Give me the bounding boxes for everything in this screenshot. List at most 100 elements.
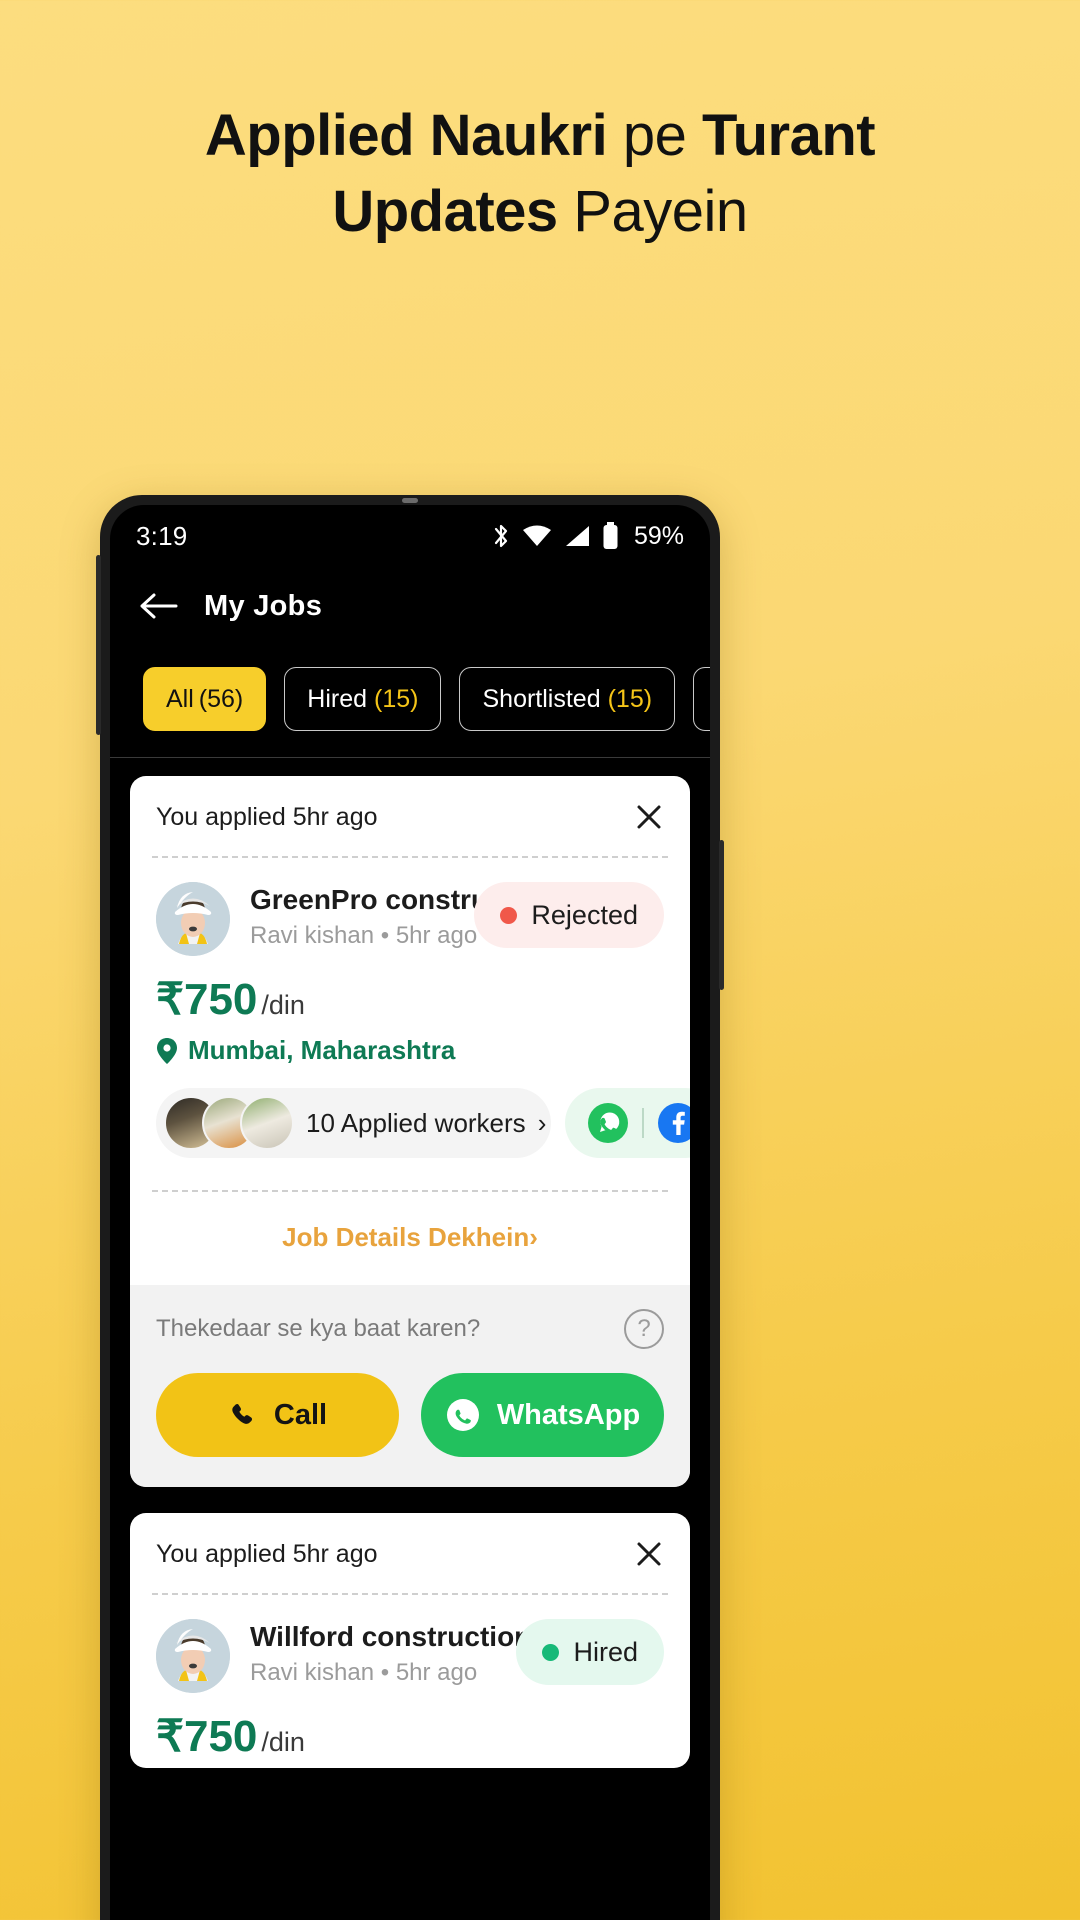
applied-time-label: You applied 5hr ago xyxy=(156,802,378,831)
chevron-right-icon: › xyxy=(529,1222,538,1252)
employer-name: GreenPro construction xyxy=(250,884,555,915)
close-icon[interactable] xyxy=(634,802,664,832)
footer-question-label: Thekedaar se kya baat karen? xyxy=(156,1315,481,1342)
posted-ago: 5hr ago xyxy=(395,922,478,949)
status-bar-time: 3:19 xyxy=(136,520,188,551)
footer-prompt-row: Thekedaar se kya baat karen? ? xyxy=(156,1309,664,1349)
phone-mockup: 3:19 59% My Jobs All (56) Hired (15) Sho… xyxy=(96,495,724,1920)
close-icon[interactable] xyxy=(634,1539,664,1569)
status-badge-rejected: Rejected xyxy=(474,882,664,948)
tab-rejected[interactable]: Rejected(2 xyxy=(693,667,710,731)
promo-bold-applied-naukri: Applied Naukri xyxy=(204,103,608,168)
tab-shortlisted-label: Shortlisted xyxy=(482,684,601,713)
bluetooth-icon xyxy=(494,524,508,548)
location-pin-icon xyxy=(157,1037,177,1064)
poster-name: Ravi kishan xyxy=(250,1659,375,1686)
job-card-header: You applied 5hr ago xyxy=(130,1513,690,1593)
back-arrow-icon[interactable] xyxy=(138,592,178,620)
avatar xyxy=(156,1619,230,1693)
footer-action-buttons: Call WhatsApp xyxy=(156,1373,664,1457)
phone-screen: 3:19 59% My Jobs All (56) Hired (15) Sho… xyxy=(110,505,710,1920)
employer-row: Willford construction Ravi kishan • 5hr … xyxy=(156,1619,664,1693)
wifi-icon xyxy=(522,525,551,546)
job-card-header: You applied 5hr ago xyxy=(130,776,690,856)
salary-amount: ₹750 xyxy=(156,975,258,1024)
status-dot-icon xyxy=(542,1643,560,1661)
chevron-right-icon: › xyxy=(537,1107,547,1138)
call-button-label: Call xyxy=(273,1398,328,1431)
worker-avatar-stack xyxy=(164,1096,294,1150)
promo-plain-pe: pe xyxy=(607,103,702,168)
tab-all-count: (56) xyxy=(198,684,244,713)
tab-all-label: All xyxy=(166,684,194,713)
tab-hired-count: (15) xyxy=(374,684,419,713)
tab-shortlisted[interactable]: Shortlisted (15) xyxy=(459,667,676,731)
construction-worker-avatar-icon xyxy=(156,1619,230,1693)
location-row: Mumbai, Maharashtra xyxy=(156,1035,664,1066)
applied-workers-label: 10 Applied workers xyxy=(306,1107,526,1138)
job-card-list: You applied 5hr ago GreenPro constructio… xyxy=(110,758,710,1768)
poster-name: Ravi kishan xyxy=(250,922,375,949)
job-card-body: Willford construction Ravi kishan • 5hr … xyxy=(130,1595,690,1768)
tab-hired-label: Hired xyxy=(307,684,368,713)
whatsapp-share-icon[interactable] xyxy=(586,1101,630,1145)
tab-shortlisted-count: (15) xyxy=(607,684,653,713)
status-dot-icon xyxy=(500,906,518,924)
status-bar-icons: 59% xyxy=(491,522,684,551)
status-bar: 3:19 59% xyxy=(110,505,710,567)
job-card[interactable]: You applied 5hr ago xyxy=(130,1513,690,1768)
worker-avatar-icon xyxy=(240,1096,294,1150)
phone-side-button-right xyxy=(719,840,724,990)
employer-name: Willford construction xyxy=(250,1621,532,1652)
facebook-share-icon[interactable] xyxy=(656,1101,691,1145)
employer-submeta: Ravi kishan • 5hr ago xyxy=(250,922,478,950)
whatsapp-button-label: WhatsApp xyxy=(496,1398,641,1431)
status-label: Rejected xyxy=(531,899,638,930)
battery-percent-label: 59% xyxy=(633,521,684,550)
tab-all[interactable]: All (56) xyxy=(143,667,267,731)
promo-headline-line-2: Updates Payein xyxy=(0,174,1080,250)
employer-meta: GreenPro construction Ravi kishan • 5hr … xyxy=(250,882,555,950)
whatsapp-icon xyxy=(446,1399,479,1431)
job-card-footer: Thekedaar se kya baat karen? ? Call What… xyxy=(130,1285,690,1487)
battery-icon xyxy=(603,522,618,549)
construction-worker-avatar-icon xyxy=(156,882,230,956)
promo-bold-updates: Updates xyxy=(332,179,558,244)
salary-amount: ₹750 xyxy=(156,1712,258,1761)
help-icon[interactable]: ? xyxy=(624,1309,664,1349)
page-title: My Jobs xyxy=(204,589,323,622)
status-badge-hired: Hired xyxy=(516,1619,664,1685)
job-card-body: GreenPro construction Ravi kishan • 5hr … xyxy=(130,858,690,1164)
applied-workers-chip[interactable]: 10 Applied workers › xyxy=(156,1088,551,1158)
job-details-link: Job Details Dekhein xyxy=(282,1222,530,1252)
employer-submeta: Ravi kishan • 5hr ago xyxy=(250,1659,516,1687)
whatsapp-button[interactable]: WhatsApp xyxy=(421,1373,664,1457)
cellular-signal-icon xyxy=(565,526,589,546)
applied-time-label: You applied 5hr ago xyxy=(156,1539,378,1568)
phone-side-button-left xyxy=(96,555,101,735)
salary-row: ₹750/din xyxy=(156,1711,664,1762)
share-buttons xyxy=(565,1088,690,1158)
meta-separator: • xyxy=(380,1659,390,1686)
tab-hired[interactable]: Hired (15) xyxy=(284,667,442,731)
status-label: Hired xyxy=(573,1636,638,1667)
app-bar: My Jobs xyxy=(110,567,710,645)
location-label: Mumbai, Maharashtra xyxy=(188,1035,456,1065)
phone-icon xyxy=(232,1404,252,1424)
job-card[interactable]: You applied 5hr ago xyxy=(130,776,690,1487)
job-details-row[interactable]: Job Details Dekhein› xyxy=(130,1192,690,1285)
share-separator xyxy=(641,1108,644,1138)
employer-row: GreenPro construction Ravi kishan • 5hr … xyxy=(156,882,664,956)
call-button[interactable]: Call xyxy=(156,1373,399,1457)
meta-separator: • xyxy=(380,922,390,949)
promo-headline: Applied Naukri pe Turant Updates Payein xyxy=(0,98,1080,250)
salary-row: ₹750/din xyxy=(156,974,664,1025)
workers-and-share-row: 10 Applied workers › xyxy=(156,1088,690,1158)
job-filter-tabs: All(56) Hired(15) Shortlisted(15) Reject… xyxy=(110,645,710,758)
posted-ago: 5hr ago xyxy=(395,1659,478,1686)
salary-unit: /din xyxy=(261,1727,305,1757)
employer-meta: Willford construction Ravi kishan • 5hr … xyxy=(250,1619,532,1687)
promo-plain-payein: Payein xyxy=(557,179,748,244)
avatar xyxy=(156,882,230,956)
promo-headline-line-1: Applied Naukri pe Turant xyxy=(0,98,1080,174)
